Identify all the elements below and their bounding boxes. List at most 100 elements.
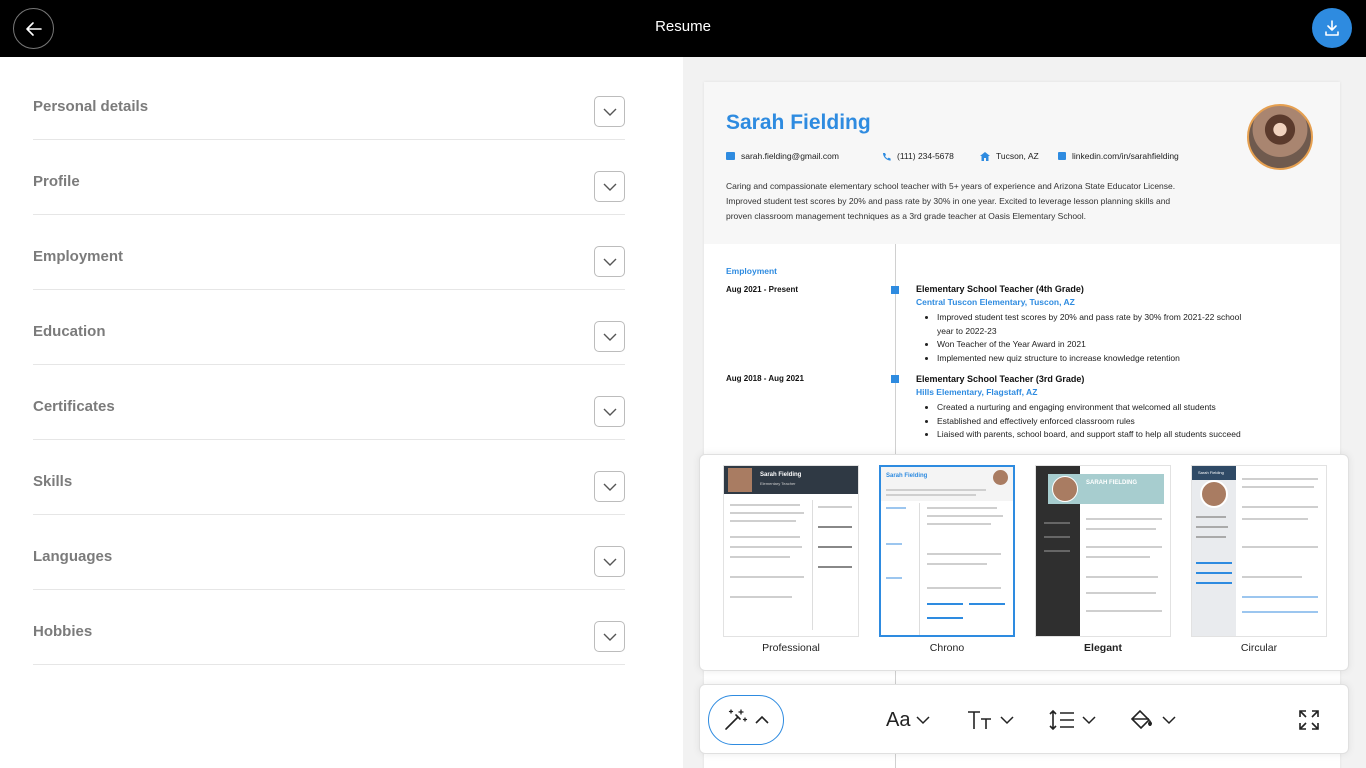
chevron-down-icon: [916, 715, 930, 724]
expand-button[interactable]: [594, 321, 625, 352]
job-dates: Aug 2021 - Present: [726, 285, 799, 294]
contact-linkedin: linkedin.com/in/sarahfielding: [1058, 151, 1179, 161]
expand-button[interactable]: [594, 471, 625, 502]
section-certificates[interactable]: Certificates: [33, 365, 625, 440]
font-label: Aa: [886, 708, 911, 731]
thumb-name: SARAH FIELDING: [1086, 480, 1137, 486]
expand-icon: [1299, 710, 1319, 730]
chevron-down-icon: [1162, 715, 1176, 724]
paint-bucket-icon: [1130, 709, 1152, 730]
fullscreen-button[interactable]: [1298, 706, 1320, 734]
ai-assist-button[interactable]: [708, 695, 784, 745]
thumb-subtitle: Elementary Teacher: [760, 481, 796, 486]
resume-name: Sarah Fielding: [726, 111, 871, 134]
expand-button[interactable]: [594, 96, 625, 127]
chevron-down-icon: [603, 408, 616, 416]
section-label: Employment: [33, 248, 124, 265]
section-languages[interactable]: Languages: [33, 515, 625, 590]
section-label: Education: [33, 323, 106, 340]
template-professional[interactable]: Sarah Fielding Elementary Teacher Profes…: [723, 465, 859, 654]
font-family-dropdown[interactable]: Aa: [886, 706, 930, 734]
thumb-photo: [1200, 480, 1228, 508]
list-item: Won Teacher of the Year Award in 2021: [937, 338, 1257, 352]
section-skills[interactable]: Skills: [33, 440, 625, 515]
section-label: Hobbies: [33, 623, 93, 640]
chevron-down-icon: [603, 633, 616, 641]
section-hobbies[interactable]: Hobbies: [33, 590, 625, 665]
email-text: sarah.fielding@gmail.com: [741, 151, 839, 161]
color-dropdown[interactable]: [1128, 706, 1176, 734]
template-thumbnail: SARAH FIELDING: [1035, 465, 1171, 637]
template-label: Chrono: [929, 642, 965, 654]
section-label: Personal details: [33, 98, 149, 115]
font-size-dropdown[interactable]: [966, 706, 1014, 734]
section-profile[interactable]: Profile: [33, 140, 625, 215]
download-icon: [1325, 20, 1339, 36]
profile-photo: [1247, 104, 1313, 170]
section-education[interactable]: Education: [33, 290, 625, 365]
thumb-photo: [728, 468, 752, 492]
section-label: Certificates: [33, 398, 115, 415]
thumb-photo: [993, 470, 1008, 485]
linkedin-text: linkedin.com/in/sarahfielding: [1072, 151, 1179, 161]
chevron-down-icon: [1082, 715, 1096, 724]
job-place: Hills Elementary, Flagstaff, AZ: [916, 387, 1038, 397]
text-size-icon: [968, 711, 991, 729]
expand-button[interactable]: [594, 546, 625, 577]
page-title: Resume: [655, 18, 711, 35]
expand-button[interactable]: [594, 171, 625, 202]
location-text: Tucson, AZ: [996, 151, 1039, 161]
section-employment[interactable]: Employment: [33, 215, 625, 290]
chevron-down-icon: [603, 108, 616, 116]
download-button[interactable]: [1312, 8, 1352, 48]
template-circular[interactable]: Sarah Fielding Circular: [1191, 465, 1327, 654]
top-bar: Resume: [0, 0, 1366, 57]
chevron-down-icon: [603, 558, 616, 566]
contact-phone: (111) 234-5678: [882, 151, 954, 161]
chevron-down-icon: [603, 333, 616, 341]
section-label: Profile: [33, 173, 80, 190]
list-item: Established and effectively enforced cla…: [937, 415, 1257, 429]
template-chooser: Sarah Fielding Elementary Teacher Profes…: [699, 454, 1349, 671]
phone-text: (111) 234-5678: [897, 151, 954, 161]
format-toolbar: Aa: [699, 684, 1349, 754]
chevron-up-icon: [755, 715, 769, 724]
section-personal-details[interactable]: Personal details: [33, 65, 625, 140]
template-label: Elegant: [1084, 642, 1122, 654]
resume-header: Sarah Fielding sarah.fielding@gmail.com …: [704, 82, 1340, 244]
template-label: Circular: [1240, 642, 1278, 654]
chevron-down-icon: [603, 258, 616, 266]
expand-button[interactable]: [594, 396, 625, 427]
contact-email: sarah.fielding@gmail.com: [726, 151, 839, 161]
chevron-down-icon: [603, 483, 616, 491]
list-item: Implemented new quiz structure to increa…: [937, 352, 1257, 366]
home-icon: [980, 151, 990, 161]
thumb-name: Sarah Fielding: [886, 473, 928, 479]
editor-panel: Personal details Profile Employment Educ…: [0, 57, 683, 768]
template-thumbnail: Sarah Fielding Elementary Teacher: [723, 465, 859, 637]
line-spacing-dropdown[interactable]: [1048, 706, 1096, 734]
preview-panel: Sarah Fielding sarah.fielding@gmail.com …: [683, 57, 1366, 768]
resume-summary: Caring and compassionate elementary scho…: [726, 181, 1176, 221]
linkedin-icon: [1058, 152, 1066, 160]
template-chrono[interactable]: Sarah Fielding Chrono: [879, 465, 1015, 654]
job-title: Elementary School Teacher (4th Grade): [916, 284, 1084, 294]
chevron-down-icon: [603, 183, 616, 191]
timeline-dot: [891, 375, 899, 383]
thumb-photo: [1052, 476, 1078, 502]
job-title: Elementary School Teacher (3rd Grade): [916, 374, 1085, 384]
job-place: Central Tuscon Elementary, Tuscon, AZ: [916, 297, 1075, 307]
section-label: Skills: [33, 473, 73, 490]
template-thumbnail: Sarah Fielding: [1191, 465, 1327, 637]
job-bullets: Created a nurturing and engaging environ…: [937, 401, 1257, 442]
employment-heading: Employment: [726, 266, 778, 276]
expand-button[interactable]: [594, 621, 625, 652]
job-dates: Aug 2018 - Aug 2021: [726, 374, 804, 383]
list-item: Created a nurturing and engaging environ…: [937, 401, 1257, 415]
template-elegant[interactable]: SARAH FIELDING Elegant: [1035, 465, 1171, 654]
expand-button[interactable]: [594, 246, 625, 277]
mail-icon: [726, 152, 735, 160]
magic-wand-icon: [725, 709, 748, 730]
contact-location: Tucson, AZ: [980, 151, 1039, 161]
thumb-name: Sarah Fielding: [760, 472, 802, 478]
